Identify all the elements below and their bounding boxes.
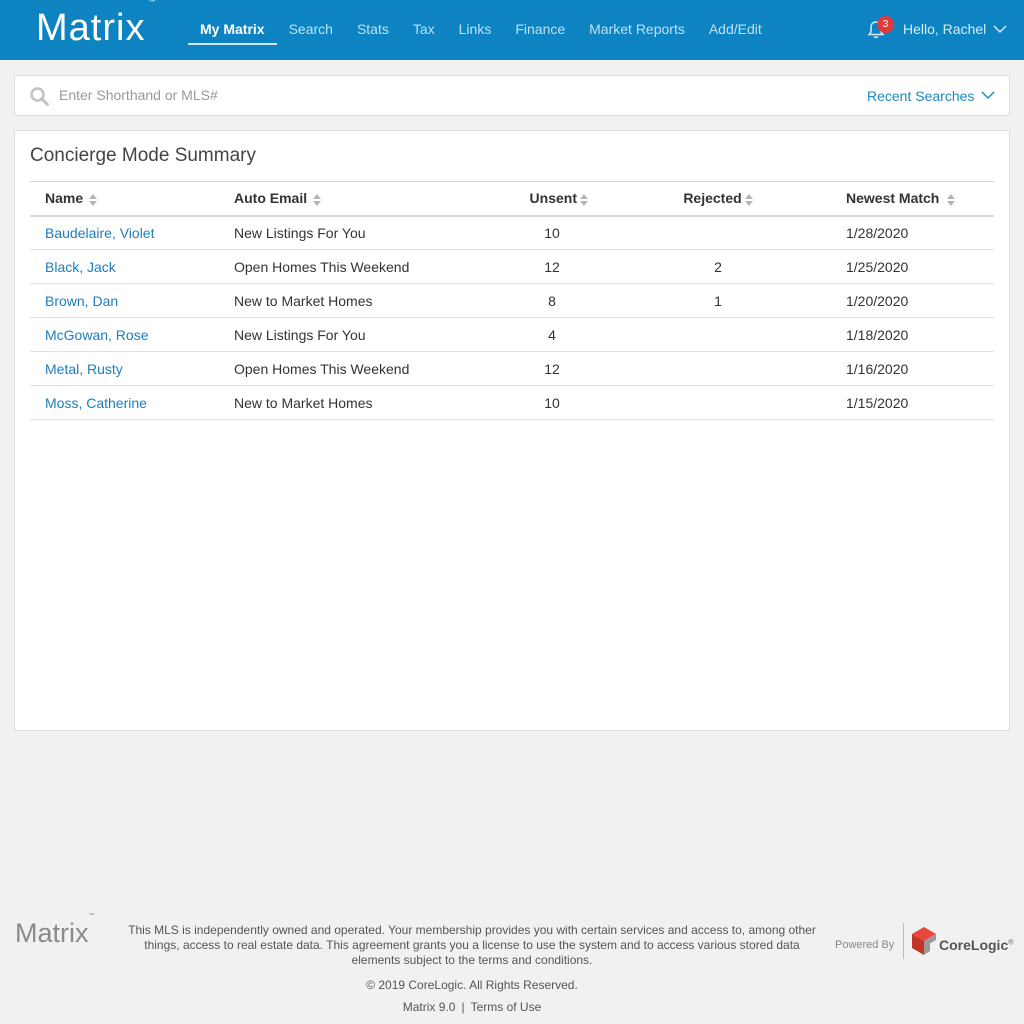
nav-tax[interactable]: Tax (401, 0, 447, 60)
column-header-rejected[interactable]: Rejected (618, 182, 818, 216)
version-label: Matrix 9.0 (402, 1000, 456, 1014)
sort-icon[interactable] (580, 193, 588, 206)
search-bar: Recent Searches (14, 75, 1010, 116)
rejected-cell (618, 386, 818, 420)
client-name[interactable]: Black, Jack (45, 259, 116, 275)
client-name[interactable]: Moss, Catherine (45, 395, 147, 411)
newest-match-cell: 1/18/2020 (846, 326, 909, 343)
column-header-newest-match[interactable]: Newest Match (818, 182, 994, 216)
client-name-link[interactable]: Moss, Catherine (30, 386, 234, 420)
terms-of-use-link[interactable]: Terms of Use (471, 1000, 542, 1014)
corelogic-logo-icon (912, 927, 936, 955)
corelogic-brand-mark: ® (1008, 939, 1014, 947)
unsent-cell: 12 (544, 258, 560, 275)
rejected-cell (618, 216, 818, 250)
unsent-cell: 8 (548, 292, 556, 309)
auto-email-cell: New Listings For You (234, 326, 366, 343)
footer-logo-trademark: ™ (88, 913, 95, 919)
rejected-cell (618, 352, 818, 386)
auto-email-cell: Open Homes This Weekend (234, 360, 410, 377)
column-header-unsent[interactable]: Unsent (486, 182, 618, 216)
client-name[interactable]: Brown, Dan (45, 293, 118, 309)
column-header-label: Rejected (683, 190, 742, 207)
search-icon (30, 87, 49, 106)
column-header-label: Newest Match (846, 190, 940, 207)
auto-email-cell: New to Market Homes (234, 394, 373, 411)
main-nav: My Matrix Search Stats Tax Links Finance… (188, 0, 774, 60)
nav-add-edit[interactable]: Add/Edit (697, 0, 774, 60)
search-input[interactable] (59, 87, 659, 103)
concierge-summary-panel: Concierge Mode Summary Name Auto Email U… (14, 130, 1010, 731)
rejected-cell: 2 (714, 258, 722, 275)
table-row: Moss, Catherine New to Market Homes 10 1… (30, 386, 994, 420)
unsent-cell: 10 (544, 394, 560, 411)
footer-disclaimer: This MLS is independently owned and oper… (128, 923, 816, 967)
notification-badge[interactable]: 3 (877, 16, 894, 33)
table-row: Black, Jack Open Homes This Weekend 12 2… (30, 250, 994, 284)
chevron-down-icon[interactable] (981, 91, 995, 100)
user-greeting[interactable]: Hello, Rachel (903, 21, 986, 37)
footer-divider (903, 923, 904, 959)
table-row: Baudelaire, Violet New Listings For You … (30, 216, 994, 250)
footer-separator: | (461, 1000, 465, 1014)
rejected-cell (618, 318, 818, 352)
newest-match-cell: 1/28/2020 (846, 224, 909, 241)
client-name-link[interactable]: Brown, Dan (30, 284, 234, 318)
table-header-row: Name Auto Email Unsent Rejected Newest M… (30, 181, 994, 216)
table-row: Brown, Dan New to Market Homes 8 1 1/20/… (30, 284, 994, 318)
nav-stats[interactable]: Stats (345, 0, 401, 60)
nav-search[interactable]: Search (277, 0, 345, 60)
corelogic-brand-name: CoreLogic (939, 937, 1009, 953)
chevron-down-icon[interactable] (993, 25, 1007, 34)
logo-text: Matrix (36, 7, 146, 49)
table-row: Metal, Rusty Open Homes This Weekend 12 … (30, 352, 994, 386)
newest-match-cell: 1/25/2020 (846, 258, 909, 275)
matrix-logo[interactable]: Matrix™ (36, 0, 156, 50)
column-header-label: Unsent (529, 190, 577, 207)
nav-finance[interactable]: Finance (503, 0, 577, 60)
client-name-link[interactable]: Metal, Rusty (30, 352, 234, 386)
footer-logo-text: Matrix (15, 918, 89, 948)
column-header-auto-email[interactable]: Auto Email (234, 182, 486, 216)
footer-matrix-logo: Matrix™ (15, 913, 95, 949)
client-name[interactable]: McGowan, Rose (45, 327, 148, 343)
auto-email-cell: New to Market Homes (234, 292, 373, 309)
sort-icon[interactable] (89, 193, 98, 206)
nav-market-reports[interactable]: Market Reports (577, 0, 697, 60)
sort-icon[interactable] (744, 193, 753, 206)
panel-title: Concierge Mode Summary (30, 145, 256, 166)
newest-match-cell: 1/20/2020 (846, 292, 909, 309)
sort-icon[interactable] (313, 193, 322, 206)
client-name-link[interactable]: Black, Jack (30, 250, 234, 284)
rejected-cell: 1 (714, 292, 722, 309)
nav-links[interactable]: Links (447, 0, 504, 60)
footer-copyright: © 2019 CoreLogic. All Rights Reserved. (366, 978, 578, 992)
unsent-cell: 10 (544, 224, 560, 241)
client-name-link[interactable]: Baudelaire, Violet (30, 216, 234, 250)
corelogic-brand: CoreLogic® (939, 937, 1013, 953)
client-name-link[interactable]: McGowan, Rose (30, 318, 234, 352)
top-navigation-bar: Matrix™ My Matrix Search Stats Tax Links… (0, 0, 1024, 60)
auto-email-cell: New Listings For You (234, 224, 366, 241)
table-row: McGowan, Rose New Listings For You 4 1/1… (30, 318, 994, 352)
sort-icon[interactable] (947, 193, 956, 206)
newest-match-cell: 1/16/2020 (846, 360, 909, 377)
newest-match-cell: 1/15/2020 (846, 394, 909, 411)
unsent-cell: 4 (548, 326, 556, 343)
logo-trademark: ™ (147, 0, 157, 7)
column-header-label: Name (45, 190, 84, 207)
auto-email-cell: Open Homes This Weekend (234, 258, 410, 275)
unsent-cell: 12 (544, 360, 560, 377)
powered-by-label: Powered By (835, 939, 895, 951)
concierge-table: Name Auto Email Unsent Rejected Newest M… (30, 181, 994, 420)
column-header-name[interactable]: Name (30, 182, 234, 216)
recent-searches-dropdown[interactable]: Recent Searches (867, 88, 974, 104)
nav-my-matrix[interactable]: My Matrix (188, 0, 277, 60)
footer-version-row: Matrix 9.0 | Terms of Use (122, 1000, 822, 1014)
client-name[interactable]: Metal, Rusty (45, 361, 123, 377)
client-name[interactable]: Baudelaire, Violet (45, 225, 154, 241)
column-header-label: Auto Email (234, 190, 308, 207)
